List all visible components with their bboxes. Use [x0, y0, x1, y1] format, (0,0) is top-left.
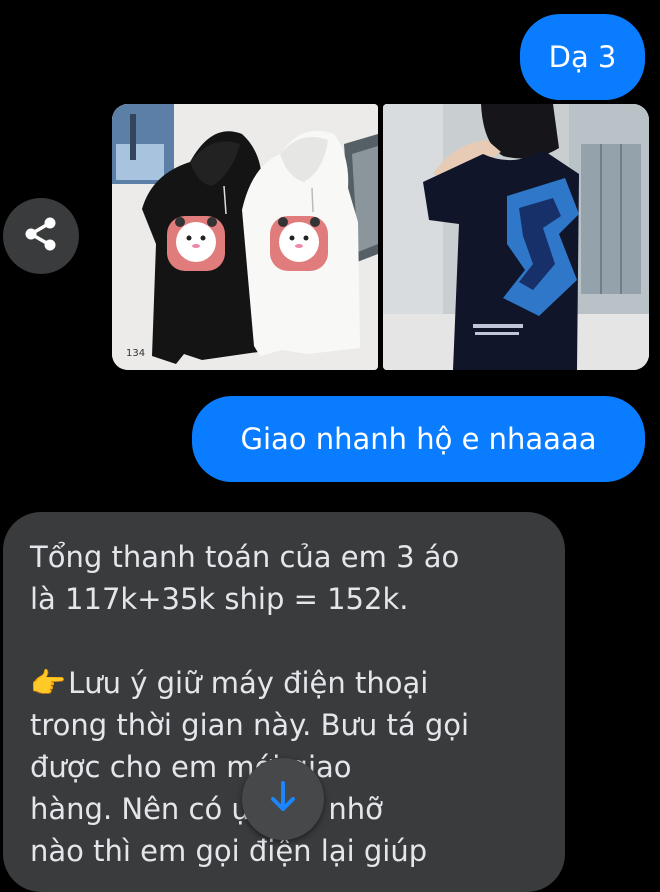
share-icon [21, 214, 61, 258]
pointing-hand-icon: 👉 [30, 666, 67, 700]
arrow-down-icon [268, 780, 298, 818]
message-text: Dạ 3 [548, 39, 617, 74]
tshirt-photo[interactable] [383, 104, 649, 370]
message-line: 👉Lưu ý giữ máy điện thoại [30, 662, 547, 704]
message-line: là 117k+35k ship = 152k. [30, 582, 409, 616]
hoodies-photo[interactable]: 134 [112, 104, 378, 370]
scroll-to-bottom-button[interactable] [242, 758, 324, 840]
share-button[interactable] [3, 198, 79, 274]
message-line: Tổng thanh toán của em 3 áo [30, 540, 460, 574]
outgoing-message-bubble[interactable]: Dạ 3 [520, 14, 645, 100]
chat-thread: Dạ 3 134 Giao nhanh hộ e nhaaaa Tổng tha… [0, 0, 660, 892]
photo-caption: 134 [126, 348, 145, 359]
message-text: Giao nhanh hộ e nhaaaa [240, 421, 597, 456]
message-line: trong thời gian này. Bưu tá gọi [30, 708, 470, 742]
outgoing-message-bubble[interactable]: Giao nhanh hộ e nhaaaa [192, 396, 645, 482]
